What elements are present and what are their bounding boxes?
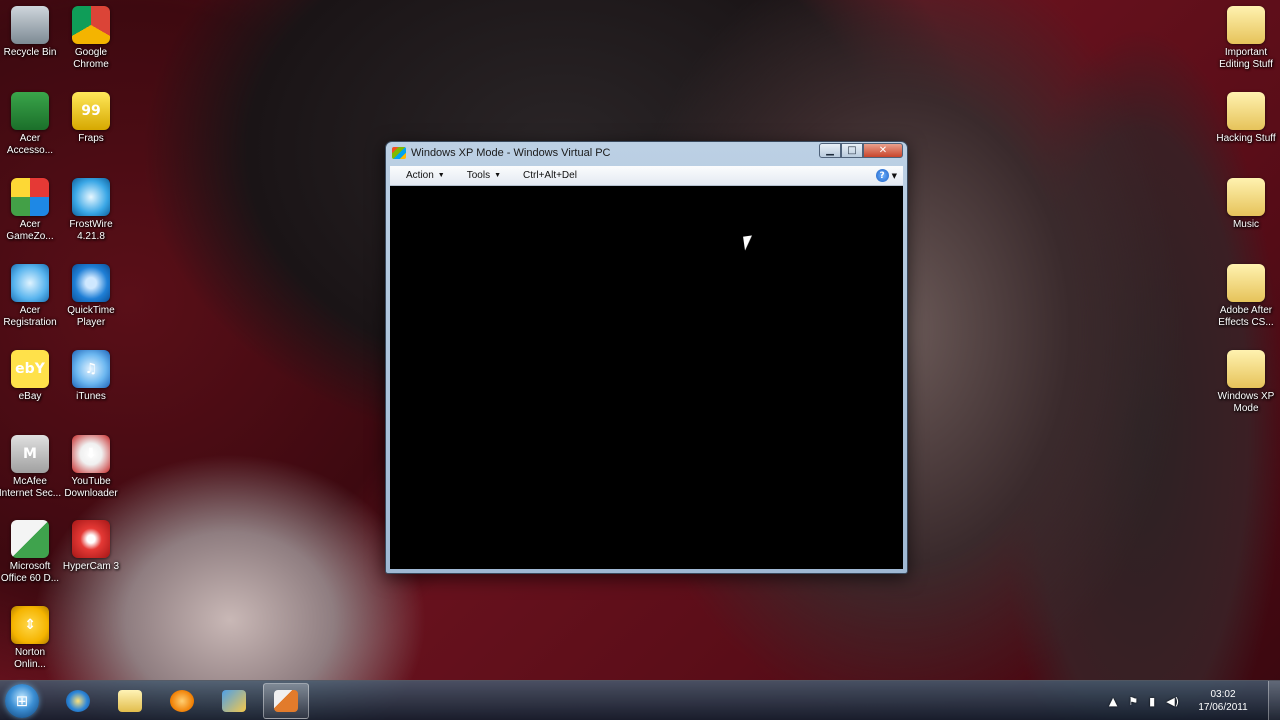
desktop-icon-itunes[interactable]: ♫ iTunes	[55, 350, 127, 403]
fraps-icon: 99	[72, 92, 110, 130]
desktop-icon-label: Music	[1232, 219, 1260, 230]
youtube-downloader-icon: ⬇	[72, 435, 110, 473]
vpc-toolbar: Action ▼ Tools ▼ Ctrl+Alt+Del ? ▼	[390, 166, 903, 186]
virtual-machine-screen[interactable]	[390, 186, 903, 569]
virtual-pc-window[interactable]: Windows XP Mode - Windows Virtual PC ▁ □…	[385, 141, 908, 574]
desktop-icon-label: Hacking Stuff	[1216, 133, 1276, 144]
desktop-icon-label: Microsoft Office 60 D...	[0, 561, 60, 584]
volume-icon[interactable]: ◀)	[1166, 695, 1179, 708]
window-titlebar[interactable]: Windows XP Mode - Windows Virtual PC ▁ □…	[386, 142, 907, 164]
globe-icon	[11, 264, 49, 302]
help-button[interactable]: ? ▼	[875, 169, 897, 182]
ebay-icon: ebY	[11, 350, 49, 388]
folder-icon	[1227, 350, 1265, 388]
start-button[interactable]: ⊞	[5, 683, 39, 718]
virtual-pc-icon	[392, 147, 406, 159]
network-icon[interactable]: ▮	[1149, 695, 1155, 708]
desktop-icon-label: eBay	[18, 391, 42, 402]
desktop-icon-label: HyperCam 3	[62, 561, 120, 572]
taskbar-internet-explorer[interactable]	[55, 683, 101, 719]
norton-icon: ⇕	[11, 606, 49, 644]
show-desktop-button[interactable]	[1268, 681, 1280, 720]
desktop-folder-hacking[interactable]: Hacking Stuff	[1210, 92, 1280, 145]
maximize-button[interactable]: □	[841, 143, 863, 158]
action-center-flag-icon[interactable]: ⚑	[1128, 695, 1138, 708]
tools-app-icon	[222, 689, 246, 712]
desktop-folder-important-editing[interactable]: Important Editing Stuff	[1210, 6, 1280, 71]
menu-action[interactable]: Action ▼	[406, 170, 445, 181]
menu-ctrl-alt-del[interactable]: Ctrl+Alt+Del	[523, 170, 577, 181]
minimize-button[interactable]: ▁	[819, 143, 841, 158]
desktop-icon-label: Norton Onlin...	[14, 647, 46, 670]
chrome-icon	[72, 6, 110, 44]
clock[interactable]: 03:02 17/06/2011	[1190, 688, 1256, 714]
taskbar-media-player[interactable]	[159, 683, 205, 719]
window-controls: ▁ □ ✕	[819, 143, 903, 158]
taskbar-windows-explorer[interactable]	[107, 683, 153, 719]
desktop-icon-label: Google Chrome	[73, 47, 109, 70]
frostwire-icon	[72, 178, 110, 216]
folder-icon	[1227, 264, 1265, 302]
menu-ctrl-alt-del-label: Ctrl+Alt+Del	[523, 170, 577, 181]
desktop-folder-after-effects[interactable]: Adobe After Effects CS...	[1210, 264, 1280, 329]
itunes-icon: ♫	[72, 350, 110, 388]
folder-icon	[118, 689, 142, 712]
desktop-icon-label: Acer Registration	[3, 305, 57, 328]
desktop-icon-label: Adobe After Effects CS...	[1218, 305, 1274, 328]
folder-icon	[1227, 92, 1265, 130]
office-icon	[11, 520, 49, 558]
menu-tools[interactable]: Tools ▼	[467, 170, 501, 181]
menu-tools-label: Tools	[466, 170, 491, 181]
clock-date: 17/06/2011	[1198, 702, 1248, 713]
desktop-icon-norton[interactable]: ⇕ Norton Onlin...	[0, 606, 66, 671]
desktop-icon-label: Windows XP Mode	[1217, 391, 1275, 414]
game-cube-icon	[11, 178, 49, 216]
taskbar: ⊞ ▲ ⚑ ▮ ◀) 03:02 17/06/2011	[0, 680, 1280, 720]
desktop-icon-label: Acer GameZo...	[6, 219, 54, 242]
desktop-icon-label: YouTube Downloader	[64, 476, 118, 499]
recycle-bin-icon	[11, 6, 49, 44]
window-title: Windows XP Mode - Windows Virtual PC	[411, 147, 611, 159]
desktop-icon-label: Important Editing Stuff	[1219, 47, 1273, 70]
internet-explorer-icon	[66, 689, 90, 712]
acer-icon	[11, 92, 49, 130]
desktop-icon-hypercam[interactable]: HyperCam 3	[55, 520, 127, 573]
menu-action-label: Action	[406, 170, 434, 181]
desktop-icon-chrome[interactable]: Google Chrome	[55, 6, 127, 71]
close-button[interactable]: ✕	[863, 143, 903, 158]
desktop-icon-fraps[interactable]: 99 Fraps	[55, 92, 127, 145]
mouse-cursor-icon	[743, 235, 754, 251]
help-icon: ?	[875, 169, 889, 182]
desktop-icon-quicktime[interactable]: QuickTime Player	[55, 264, 127, 329]
media-player-icon	[170, 689, 194, 712]
desktop-icon-label: iTunes	[76, 391, 106, 402]
desktop-icon-label: QuickTime Player	[67, 305, 115, 328]
folder-icon	[1227, 178, 1265, 216]
desktop-icon-label: Recycle Bin	[3, 47, 57, 58]
desktop-folder-windows-xp-mode[interactable]: Windows XP Mode	[1210, 350, 1280, 415]
desktop-icon-label: McAfee Internet Sec...	[0, 476, 62, 499]
folder-icon	[1227, 6, 1265, 44]
desktop-folder-music[interactable]: Music	[1210, 178, 1280, 231]
chevron-down-icon: ▼	[891, 171, 897, 180]
desktop-icon-youtube-downloader[interactable]: ⬇ YouTube Downloader	[55, 435, 127, 500]
show-hidden-icons-icon[interactable]: ▲	[1109, 695, 1117, 708]
desktop-icon-label: FrostWire 4.21.8	[69, 219, 113, 242]
chevron-down-icon: ▼	[494, 172, 502, 179]
taskbar-tools-app[interactable]	[211, 683, 257, 719]
desktop-icon-label: Fraps	[78, 133, 104, 144]
virtual-pc-icon	[274, 689, 298, 712]
chevron-down-icon: ▼	[437, 172, 445, 179]
mcafee-icon: M	[11, 435, 49, 473]
taskbar-virtual-pc[interactable]	[263, 682, 309, 719]
hypercam-icon	[72, 520, 110, 558]
desktop-icon-frostwire[interactable]: FrostWire 4.21.8	[55, 178, 127, 243]
desktop-icon-label: Acer Accesso...	[6, 133, 54, 156]
clock-time: 03:02	[1210, 689, 1236, 700]
quicktime-icon	[72, 264, 110, 302]
system-tray: ▲ ⚑ ▮ ◀) 03:02 17/06/2011	[1109, 681, 1280, 720]
